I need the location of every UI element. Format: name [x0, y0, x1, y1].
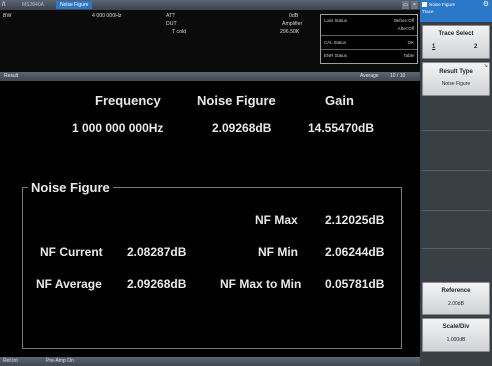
menu-icon: [422, 2, 427, 7]
average-count: 10 / 10: [390, 73, 406, 79]
scale-div-label: Scale/Div: [442, 324, 470, 330]
restore-button[interactable]: ▭: [402, 1, 409, 9]
softkey-panel: Noise Figure Trace ⚙ Trace Select 1 2 Re…: [420, 0, 492, 366]
reference-button[interactable]: Reference 2.00dB: [422, 282, 490, 315]
loss-status-after-row: After:Off: [324, 25, 414, 33]
tcold-value: 296.50K: [280, 29, 300, 35]
loss-status-row: Loss Status Before:Off: [324, 17, 414, 25]
cal-status-value: OK: [407, 40, 414, 45]
result-bar: Result Average 10 / 10: [0, 72, 420, 81]
trace-select-button[interactable]: Trace Select 1 2: [422, 25, 490, 59]
scale-div-button[interactable]: Scale/Div 1.000dB: [422, 318, 490, 352]
preamp-indicator: Pre-Amp On: [46, 358, 74, 364]
anritsu-logo-icon: /\: [2, 2, 6, 8]
app-title: Noise Figure: [56, 1, 93, 9]
nf-max-to-min-value: 0.05781dB: [325, 277, 385, 291]
cal-status-label: CAL Status: [324, 40, 347, 45]
divider: [422, 130, 490, 131]
att-label: ATT: [166, 13, 176, 19]
bw-label: BW: [3, 13, 12, 19]
panel-title: Noise Figure: [429, 2, 456, 7]
reference-label: Reference: [441, 288, 471, 294]
title-bar: /\ MS2840A Noise Figure ▭ ×: [0, 0, 420, 10]
gain-value: 14.55470dB: [308, 121, 375, 135]
divider: [321, 49, 417, 50]
submenu-indicator-icon: ↘: [483, 63, 488, 69]
enr-status-row: ENR Status Table: [324, 52, 414, 60]
dut-label: DUT: [166, 21, 177, 27]
divider: [422, 170, 490, 171]
loss-status-before: Before:Off: [394, 18, 414, 23]
nf-max-to-min-label: NF Max to Min: [220, 277, 302, 291]
trace-2-option[interactable]: 2: [474, 44, 477, 50]
noise-figure-section-title: Noise Figure: [28, 180, 113, 195]
nf-current-label: NF Current: [40, 245, 103, 259]
frequency-value: 1 000 000 000Hz: [72, 121, 164, 135]
frequency-header: Frequency: [95, 93, 161, 108]
noise-figure-panel: [22, 187, 402, 349]
ref-int-indicator: Ref.Int: [3, 358, 18, 364]
trace-select-label: Trace Select: [438, 31, 474, 37]
divider: [422, 210, 490, 211]
tcold-label: T cold: [172, 29, 187, 35]
nf-min-label: NF Min: [258, 245, 298, 259]
divider: [422, 248, 490, 249]
divider: [321, 35, 417, 36]
nf-max-label: NF Max: [255, 213, 298, 227]
status-box: Loss Status Before:Off After:Off CAL Sta…: [320, 14, 418, 64]
enr-status-value: Table: [403, 53, 415, 58]
nf-average-label: NF Average: [36, 277, 102, 291]
model-name: MS2840A: [22, 2, 44, 8]
gain-header: Gain: [325, 93, 354, 108]
result-area: Frequency Noise Figure Gain 1 000 000 00…: [0, 81, 420, 357]
nf-min-value: 2.06244dB: [325, 245, 385, 259]
bw-value: 4 000 000Hz: [92, 13, 122, 19]
noise-figure-header: Noise Figure: [197, 93, 276, 108]
panel-subtitle: Trace: [422, 9, 434, 14]
enr-status-label: ENR Status: [324, 53, 347, 58]
reference-value: 2.00dB: [448, 301, 464, 307]
gear-icon[interactable]: ⚙: [483, 1, 489, 8]
loss-status-after: After:Off: [397, 26, 414, 31]
att-value: 0dB: [289, 13, 299, 19]
bottom-status-bar: Ref.Int Pre-Amp On: [0, 357, 420, 366]
trace-1-option[interactable]: 1: [432, 44, 435, 50]
close-button[interactable]: ×: [411, 1, 418, 9]
result-type-label: Result Type: [439, 69, 473, 75]
cal-status-row: CAL Status OK: [324, 39, 414, 47]
scale-div-value: 1.000dB: [446, 337, 466, 343]
result-type-value: Noise Figure: [441, 81, 471, 87]
dut-value: Amplifier: [282, 21, 303, 27]
noise-figure-value: 2.09268dB: [212, 121, 272, 135]
result-type-button[interactable]: Result Type Noise Figure ↘: [422, 62, 490, 96]
result-label: Result: [4, 73, 19, 79]
analyzer-screen: /\ MS2840A Noise Figure ▭ × BW 4 000 000…: [0, 0, 492, 366]
loss-status-label: Loss Status: [324, 18, 347, 23]
nf-max-value: 2.12025dB: [325, 213, 385, 227]
softkey-panel-header: Noise Figure Trace ⚙: [420, 0, 492, 22]
average-label: Average: [360, 73, 379, 79]
nf-average-value: 2.09268dB: [127, 277, 187, 291]
nf-current-value: 2.08287dB: [127, 245, 187, 259]
